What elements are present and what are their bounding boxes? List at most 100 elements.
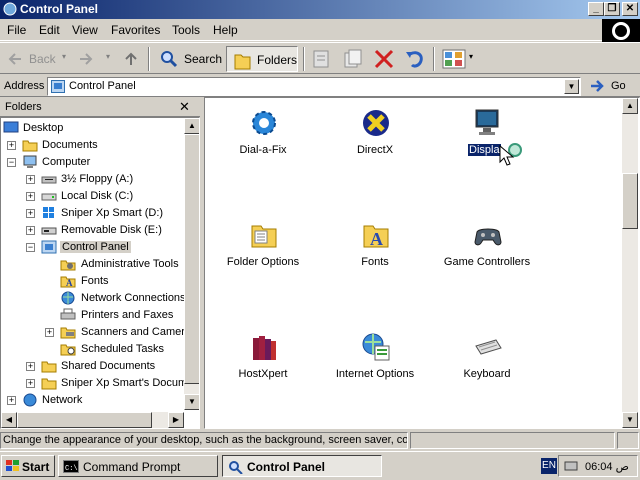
views-dropdown[interactable]: ▾ — [469, 52, 473, 61]
tree-scroll-left-button[interactable]: ◀ — [1, 412, 17, 428]
search-icon — [229, 461, 243, 474]
minimize-button[interactable]: _ — [588, 2, 604, 16]
tree-item-desktop[interactable]: Desktop — [1, 120, 181, 137]
language-indicator[interactable]: EN — [541, 458, 557, 474]
item-display[interactable]: Displa — [432, 108, 542, 166]
item-folder-options[interactable]: Folder Options — [208, 220, 318, 272]
control-panel-icon — [3, 2, 17, 16]
floppy-drive-icon — [41, 176, 57, 184]
network-icon — [23, 393, 37, 407]
tree-scroll-right-button[interactable]: ▶ — [168, 412, 184, 428]
menu-file[interactable]: File — [7, 23, 26, 37]
back-button[interactable]: Back — [29, 52, 56, 66]
search-button[interactable]: Search — [184, 52, 222, 66]
network-tray-icon[interactable] — [564, 459, 578, 473]
books-icon — [253, 336, 276, 360]
undo-icon[interactable] — [404, 48, 426, 70]
tree-item-removable-e[interactable]: + Removable Disk (E:) — [1, 222, 181, 239]
scheduled-tasks-icon — [60, 344, 76, 356]
tree-item-floppy[interactable]: + 3½ Floppy (A:) — [1, 171, 181, 188]
tree-hscroll-thumb[interactable] — [17, 412, 152, 428]
menu-view[interactable]: View — [72, 23, 98, 37]
tree-item-network-connections[interactable]: Network Connections — [1, 290, 186, 307]
resize-grip[interactable] — [617, 432, 639, 449]
content-pane[interactable]: Dial-a-Fix DirectX Displa Folder Options… — [204, 97, 640, 429]
item-hostxpert[interactable]: HostXpert — [208, 332, 318, 384]
tree-scroll-down-button[interactable]: ▼ — [184, 394, 199, 410]
toolbar-separator — [148, 47, 150, 71]
windows-flag-icon — [6, 460, 19, 471]
tree-item-shared-documents[interactable]: + Shared Documents — [1, 358, 181, 375]
tree-item-control-panel[interactable]: − Control Panel — [1, 239, 181, 256]
title-bar[interactable]: Control Panel _ ❐ ✕ — [0, 0, 640, 19]
start-button[interactable]: Start — [1, 455, 55, 477]
tree-item-network[interactable]: + Network — [1, 392, 181, 409]
folder-icon — [41, 361, 57, 373]
control-panel-icon — [41, 240, 57, 254]
status-bar: Change the appearance of your desktop, s… — [0, 430, 640, 450]
tree-item-computer[interactable]: − Computer — [1, 154, 181, 171]
windows-drive-icon — [43, 207, 54, 218]
folder-icon — [41, 378, 57, 390]
windows-logo — [602, 19, 640, 43]
menu-favorites[interactable]: Favorites — [111, 23, 160, 37]
tree-scroll-thumb[interactable] — [184, 134, 199, 384]
item-game-controllers[interactable]: Game Controllers — [432, 220, 542, 272]
address-dropdown-button[interactable]: ▼ — [564, 79, 579, 94]
content-scroll-thumb[interactable] — [622, 173, 638, 229]
tree-item-administrative-tools[interactable]: Administrative Tools — [1, 256, 181, 273]
tree-item-printers[interactable]: Printers and Faxes — [1, 307, 181, 324]
move-to-icon[interactable] — [310, 48, 332, 70]
forward-arrow-icon[interactable] — [78, 51, 94, 67]
tree-item-sniper-documents[interactable]: + Sniper Xp Smart's Docume — [1, 375, 185, 392]
copy-to-icon[interactable] — [342, 48, 364, 70]
svg-text:C:\: C:\ — [65, 465, 78, 473]
restore-button[interactable]: ❐ — [604, 2, 620, 16]
status-text: Change the appearance of your desktop, s… — [0, 432, 408, 449]
address-input[interactable]: Control Panel ▼ — [47, 77, 581, 96]
display-icon — [475, 109, 499, 135]
scanner-icon — [60, 327, 76, 339]
folders-button[interactable]: Folders — [226, 46, 298, 72]
task-command-prompt[interactable]: C:\ Command Prompt — [58, 455, 218, 477]
folders-icon — [234, 54, 251, 70]
go-arrow-icon[interactable] — [590, 79, 604, 93]
keyboard-icon — [475, 339, 502, 355]
system-tray: 06:04 ص — [558, 455, 638, 477]
item-dial-a-fix[interactable]: Dial-a-Fix — [208, 108, 318, 160]
control-panel-icon — [51, 80, 65, 93]
delete-icon[interactable] — [373, 48, 395, 70]
views-icon[interactable] — [442, 49, 466, 69]
folder-tree[interactable]: Desktop + Documents − Computer + 3½ Flop… — [0, 117, 200, 429]
tree-item-local-disk-c[interactable]: + Local Disk (C:) — [1, 188, 181, 205]
up-arrow-icon[interactable] — [123, 51, 139, 67]
forward-dropdown[interactable]: ▾ — [106, 52, 110, 61]
tree-item-documents[interactable]: + Documents — [1, 137, 181, 154]
back-dropdown[interactable]: ▾ — [62, 52, 66, 61]
tree-item-sniper-d[interactable]: + Sniper Xp Smart (D:) — [1, 205, 181, 222]
item-keyboard[interactable]: Keyboard — [432, 332, 542, 384]
clock[interactable]: 06:04 ص — [585, 460, 629, 473]
item-internet-options[interactable]: Internet Options — [320, 332, 430, 384]
menu-tools[interactable]: Tools — [172, 23, 200, 37]
search-icon — [161, 51, 178, 68]
menu-help[interactable]: Help — [213, 23, 238, 37]
content-scroll-down-button[interactable]: ▼ — [622, 412, 638, 428]
globe-icon — [362, 333, 390, 361]
tree-item-scanners[interactable]: + Scanners and Camera — [1, 324, 191, 341]
tree-scroll-up-button[interactable]: ▲ — [184, 118, 199, 134]
close-folders-button[interactable]: ✕ — [179, 99, 190, 115]
item-fonts[interactable]: A Fonts — [320, 220, 430, 272]
content-scroll-track[interactable] — [622, 114, 638, 412]
svg-text:A: A — [66, 278, 73, 288]
tree-item-scheduled-tasks[interactable]: Scheduled Tasks — [1, 341, 181, 358]
window-title: Control Panel — [20, 2, 99, 16]
content-scroll-up-button[interactable]: ▲ — [622, 98, 638, 114]
task-control-panel[interactable]: Control Panel — [222, 455, 382, 477]
close-button[interactable]: ✕ — [622, 2, 638, 16]
tree-item-fonts[interactable]: A Fonts — [1, 273, 181, 290]
taskbar: Start C:\ Command Prompt Control Panel E… — [0, 451, 640, 480]
item-directx[interactable]: DirectX — [320, 108, 430, 160]
go-button[interactable]: Go — [611, 80, 626, 92]
menu-edit[interactable]: Edit — [39, 23, 60, 37]
